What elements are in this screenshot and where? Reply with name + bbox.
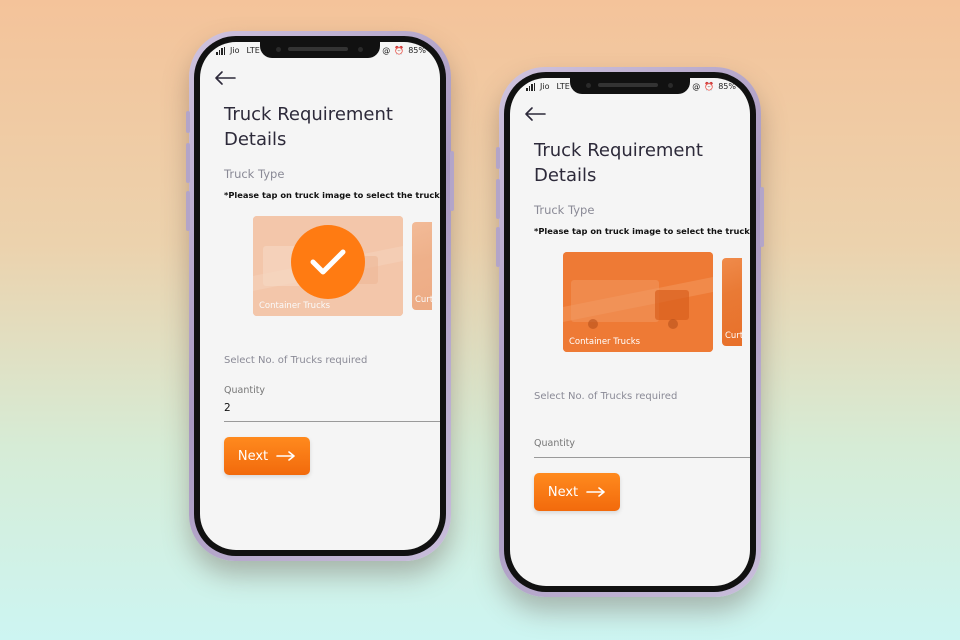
- next-button[interactable]: Next: [534, 473, 620, 511]
- app-screen: Jio LTE @ ⏰ 85% Truck Requirement Detail…: [510, 78, 750, 586]
- page-title: Truck Requirement Details: [534, 140, 703, 186]
- at-icon: @: [382, 46, 391, 55]
- phone-right: Jio LTE @ ⏰ 85% Truck Requirement Detail…: [496, 67, 764, 597]
- status-bar: Jio LTE @ ⏰ 85%: [200, 46, 440, 58]
- truck-type-label: Truck Type: [534, 203, 595, 217]
- next-label: Next: [547, 484, 579, 500]
- truck-type-hint: *Please tap on truck image to select the…: [224, 190, 440, 200]
- quantity-underline: [224, 421, 440, 422]
- carrier-label: Jio: [230, 46, 240, 55]
- quantity-label: Quantity: [224, 385, 266, 396]
- truck-card-label: Curt: [415, 295, 432, 305]
- page-title: Truck Requirement Details: [224, 104, 393, 150]
- back-arrow-icon[interactable]: [524, 106, 546, 122]
- back-arrow-icon[interactable]: [214, 70, 236, 86]
- signal-icon: [526, 82, 536, 91]
- truck-card-label: Container Trucks: [569, 337, 641, 347]
- volume-button: [496, 147, 500, 169]
- network-label: LTE: [556, 82, 570, 91]
- app-screen: Jio LTE @ ⏰ 85% Truck Requirement Detail…: [200, 42, 440, 550]
- volume-button: [186, 111, 190, 133]
- volume-button: [186, 191, 190, 231]
- alarm-icon: ⏰: [704, 82, 715, 91]
- truck-type-hint: *Please tap on truck image to select the…: [534, 226, 750, 236]
- next-label: Next: [237, 448, 269, 464]
- volume-button: [496, 227, 500, 267]
- truck-card-container[interactable]: Container Trucks: [563, 252, 713, 352]
- phone-bezel: Jio LTE @ ⏰ 85% Truck Requirement Detail…: [504, 72, 756, 592]
- volume-button: [186, 143, 190, 183]
- quantity-label[interactable]: Quantity: [534, 438, 575, 449]
- volume-button: [496, 179, 500, 219]
- right-arrow-icon: [586, 487, 605, 497]
- signal-icon: [216, 46, 226, 55]
- power-button: [450, 151, 454, 211]
- truck-type-label: Truck Type: [224, 167, 285, 181]
- network-label: LTE: [246, 46, 260, 55]
- phone-bezel: Jio LTE @ ⏰ 85% Truck Requirement Detail…: [194, 36, 446, 556]
- power-button: [760, 187, 764, 247]
- quantity-input[interactable]: 2: [224, 402, 424, 418]
- battery-label: 85%: [718, 82, 736, 91]
- phone-left: Jio LTE @ ⏰ 85% Truck Requirement Detail…: [186, 31, 454, 561]
- alarm-icon: ⏰: [394, 46, 405, 55]
- truck-card-curtain[interactable]: Curt: [722, 258, 742, 346]
- truck-card-label: Curt: [725, 331, 742, 341]
- status-bar: Jio LTE @ ⏰ 85%: [510, 82, 750, 94]
- truck-card-label: Container Trucks: [259, 301, 331, 311]
- trucks-required-label: Select No. of Trucks required: [224, 355, 368, 366]
- carrier-label: Jio: [540, 82, 550, 91]
- truck-card-curtain[interactable]: Curt: [412, 222, 432, 310]
- at-icon: @: [692, 82, 701, 91]
- checkmark-icon: [291, 225, 365, 299]
- next-button[interactable]: Next: [224, 437, 310, 475]
- trucks-required-label: Select No. of Trucks required: [534, 391, 678, 402]
- quantity-underline: [534, 457, 750, 458]
- battery-label: 85%: [408, 46, 426, 55]
- right-arrow-icon: [276, 451, 295, 461]
